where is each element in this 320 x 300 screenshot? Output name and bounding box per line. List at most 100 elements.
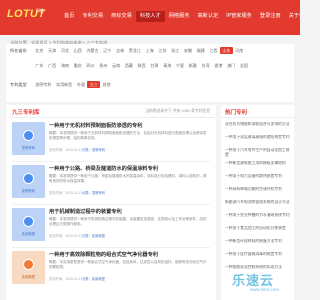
filter-row-type: 专利类型 发明专利 实用新型 外观 九三 其他 xyxy=(9,81,113,88)
list-item[interactable]: 实用新型 用于机械制造过程中的装置专利 概要：本发明提供一种用于机械制造过程中的… xyxy=(12,208,210,250)
filter-chip[interactable]: 贵州 xyxy=(97,62,110,69)
patent-thumbnail[interactable]: 发明专利 xyxy=(12,165,45,198)
patent-icon xyxy=(23,173,34,184)
item-date: 发布时间：2020-04-11 xyxy=(49,234,83,238)
thumbnail-label: 实用新型 xyxy=(21,275,36,279)
hot-patent-link[interactable]: 一种新型环保材料的制备方法专利 xyxy=(225,239,291,249)
filter-chip[interactable]: 内蒙古 xyxy=(84,47,101,54)
filter-chip[interactable]: 河南 xyxy=(233,47,246,54)
filter-chip[interactable]: 天津 xyxy=(46,47,59,54)
filter-chip[interactable]: 安徽 xyxy=(182,47,195,54)
divider xyxy=(12,247,210,248)
hot-patent-link[interactable]: 一种新型建筑施工用的模板支撑结构 xyxy=(225,161,291,171)
nav-ip-manager[interactable]: IP管家服务 xyxy=(222,11,256,22)
filter-chip[interactable]: 江西 xyxy=(207,47,220,54)
item-date: 发布时间：2020-04-11 xyxy=(49,191,83,195)
filter-chip[interactable]: 吉林 xyxy=(114,47,127,54)
filter-chip[interactable]: 香港 xyxy=(212,62,225,69)
hot-patent-link[interactable]: 双台阶式储能和滑轮组合与发电的方法 xyxy=(225,122,291,132)
filter-chip[interactable]: 实用新型 xyxy=(54,81,75,88)
hot-patent-link[interactable]: 一种用于食品加工的自动化分拣装置 xyxy=(225,226,291,236)
filter-chip[interactable]: 黑龙江 xyxy=(126,47,143,54)
filter-chip[interactable]: 广东 xyxy=(33,62,46,69)
nav-about[interactable]: 关于我们 xyxy=(285,11,300,22)
list-item[interactable]: 实用新型 一种用于高效除颗粒物的组合式空气净化器专利 概要：本实用新型提供一种组… xyxy=(12,251,210,293)
patent-thumbnail[interactable]: 实用新型 xyxy=(12,208,45,241)
filter-chip[interactable]: 浙江 xyxy=(169,47,182,54)
thumbnail-label: 发明专利 xyxy=(21,146,36,150)
filter-chip[interactable]: 青海 xyxy=(161,62,174,69)
nav-login[interactable]: 登录注册 xyxy=(256,11,285,22)
patent-thumbnail[interactable]: 发明专利 xyxy=(12,122,45,155)
nav-home[interactable]: 首页 xyxy=(60,11,78,22)
divider xyxy=(12,161,210,162)
list-title: 九三专利库 xyxy=(12,110,40,116)
nav-hightech[interactable]: 高新认定 xyxy=(193,11,222,22)
filter-chip[interactable]: 上海 xyxy=(143,47,156,54)
list-result-count: 当前筛选条件下 共有 4080 条专利信息 xyxy=(145,109,210,113)
patent-icon xyxy=(23,216,34,227)
item-title[interactable]: 一种用于无机材料预制面板防渗透的专利 xyxy=(49,122,142,129)
item-category[interactable]: 分类：发明专利 xyxy=(82,147,105,152)
patent-thumbnail[interactable]: 实用新型 xyxy=(12,251,45,284)
item-category[interactable]: 分类：实用新型 xyxy=(82,233,105,238)
filter-chip[interactable]: 云南 xyxy=(110,62,123,69)
filter-chip[interactable]: 四川 xyxy=(84,62,97,69)
filter-chip[interactable]: 其他 xyxy=(100,81,113,88)
list-item[interactable]: 发明专利 一种用于无机材料预制面板防渗透的专利 概要：本发明提供一种用于无机材料… xyxy=(12,122,210,164)
hot-patent-link[interactable]: 一种用于汽车零件生产的自动化加工装置 xyxy=(225,148,291,158)
hot-patent-link[interactable]: 新能源汽车电池热管理系统的设计方法 xyxy=(225,200,291,210)
filter-chip[interactable]: 全国 xyxy=(238,62,251,69)
hot-patent-link[interactable]: 一种用于电力设备的散热装置专利 xyxy=(225,174,291,184)
hot-patent-link[interactable]: 一种用于双层玻璃幕墙的遮阳装置专利 xyxy=(225,135,291,145)
filter-chip[interactable]: 山西 xyxy=(71,47,84,54)
item-description: 概要：本发明提供一种用于公路、桥梁及隧道防水的保温涂料，涂料成分包括基料、填料以… xyxy=(49,174,207,183)
nav-trademark-trade[interactable]: 商标交易 xyxy=(107,11,136,22)
filter-chip[interactable]: 发明专利 xyxy=(33,81,54,88)
item-title[interactable]: 一种用于公路、桥梁及隧道防水的保温涂料专利 xyxy=(49,165,158,172)
filter-chip[interactable]: 新疆 xyxy=(186,62,199,69)
top-header: LOTUT 乐途 首页 专利交易 商标交易 科技人才 网络服务 高新认定 IP管… xyxy=(0,0,300,35)
page: LOTUT 乐途 首页 专利交易 商标交易 科技人才 网络服务 高新认定 IP管… xyxy=(0,0,300,300)
filter-chip[interactable]: 外观 xyxy=(75,81,88,88)
filter-panel: 所在省份 北京 天津 河北 山西 内蒙古 辽宁 吉林 黑龙江 上海 江苏 浙江 … xyxy=(6,44,294,102)
logo[interactable]: LOTUT xyxy=(7,8,57,24)
watermark: 乐速云 www.lotut.com xyxy=(232,262,298,296)
filter-chip[interactable]: 河北 xyxy=(59,47,72,54)
hot-patent-link[interactable]: 一种用于农业种植的节水灌溉系统专利 xyxy=(225,213,291,223)
filter-row-province: 所在省份 北京 天津 河北 山西 内蒙古 辽宁 吉林 黑龙江 上海 江苏 浙江 … xyxy=(9,47,246,54)
filter-chip[interactable]: 广西 xyxy=(46,62,59,69)
divider xyxy=(6,117,216,118)
item-category[interactable]: 分类：发明专利 xyxy=(82,190,105,195)
filter-chip-selected[interactable]: 九三 xyxy=(87,81,101,88)
list-item[interactable]: 发明专利 一种用于公路、桥梁及隧道防水的保温涂料专利 概要：本发明提供一种用于公… xyxy=(12,165,210,207)
filter-chip[interactable]: 澳门 xyxy=(225,62,238,69)
filter-chip[interactable]: 台湾 xyxy=(199,62,212,69)
filter-label-province: 所在省份 xyxy=(10,47,27,53)
nav-service[interactable]: 网络服务 xyxy=(165,11,194,22)
filter-chip[interactable]: 重庆 xyxy=(71,62,84,69)
item-date: 发布时间：2020-04-11 xyxy=(49,277,83,281)
patent-list: 九三专利库 当前筛选条件下 共有 4080 条专利信息 发明专利 一种用于无机材… xyxy=(6,105,216,300)
filter-chip[interactable]: 甘肃 xyxy=(148,62,161,69)
filter-label-type: 专利类型 xyxy=(10,81,27,87)
thumbnail-label: 发明专利 xyxy=(21,189,36,193)
filter-chip[interactable]: 西藏 xyxy=(122,62,135,69)
hot-patent-link[interactable]: 一种用于医疗器械消毒的装置专利 xyxy=(225,252,291,262)
item-title[interactable]: 一种用于高效除颗粒物的组合式空气净化器专利 xyxy=(49,251,158,258)
filter-row-province-2: 广东 广西 海南 重庆 四川 贵州 云南 西藏 陕西 甘肃 青海 宁夏 新疆 台… xyxy=(9,62,250,69)
item-description: 概要：本实用新型提供一种组合式空气净化器，包括壳体、过滤层以及风机组件，能够有效… xyxy=(49,260,207,269)
filter-chip[interactable]: 江苏 xyxy=(156,47,169,54)
item-category[interactable]: 分类：实用新型 xyxy=(82,276,105,281)
filter-chip[interactable]: 北京 xyxy=(33,47,46,54)
filter-chip[interactable]: 宁夏 xyxy=(174,62,187,69)
filter-chip[interactable]: 辽宁 xyxy=(101,47,114,54)
item-title[interactable]: 用于机械制造过程中的装置专利 xyxy=(49,208,122,215)
filter-chip[interactable]: 陕西 xyxy=(135,62,148,69)
filter-chip[interactable]: 福建 xyxy=(194,47,207,54)
filter-chip[interactable]: 海南 xyxy=(59,62,72,69)
nav-patent-trade[interactable]: 专利交易 xyxy=(78,11,107,22)
hot-patent-link[interactable]: 一种具有降噪功能的空调外机专利 xyxy=(225,187,291,197)
filter-chip-selected[interactable]: 山东 xyxy=(219,47,233,54)
nav-talent[interactable]: 科技人才 xyxy=(135,11,165,22)
